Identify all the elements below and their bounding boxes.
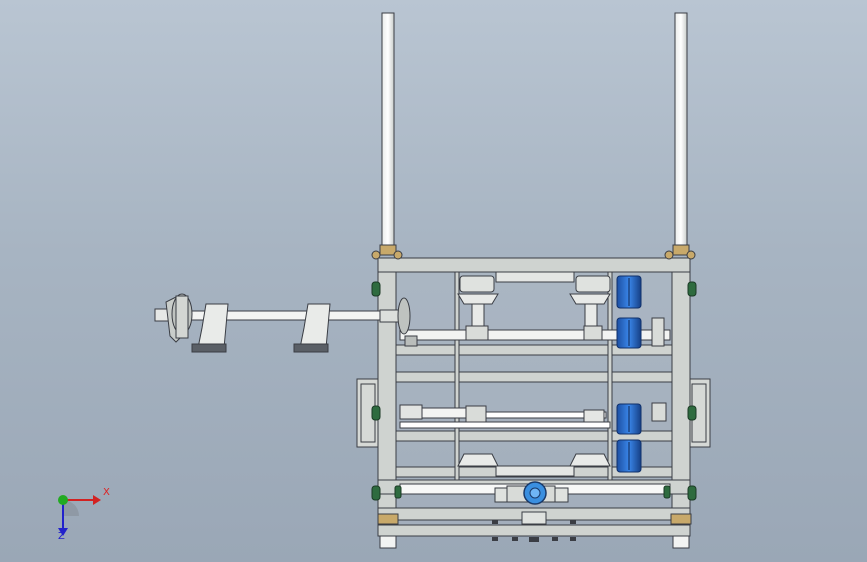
machine-model[interactable]: [0, 0, 867, 562]
extension-arm: [154, 293, 411, 353]
right-guide-post: [672, 12, 690, 256]
cad-viewport[interactable]: X Z: [0, 0, 867, 562]
left-guide-post: [379, 12, 397, 256]
coordinate-triad: X Z: [45, 480, 115, 546]
x-axis-label: X: [103, 487, 110, 498]
z-axis-label: Z: [58, 531, 65, 542]
